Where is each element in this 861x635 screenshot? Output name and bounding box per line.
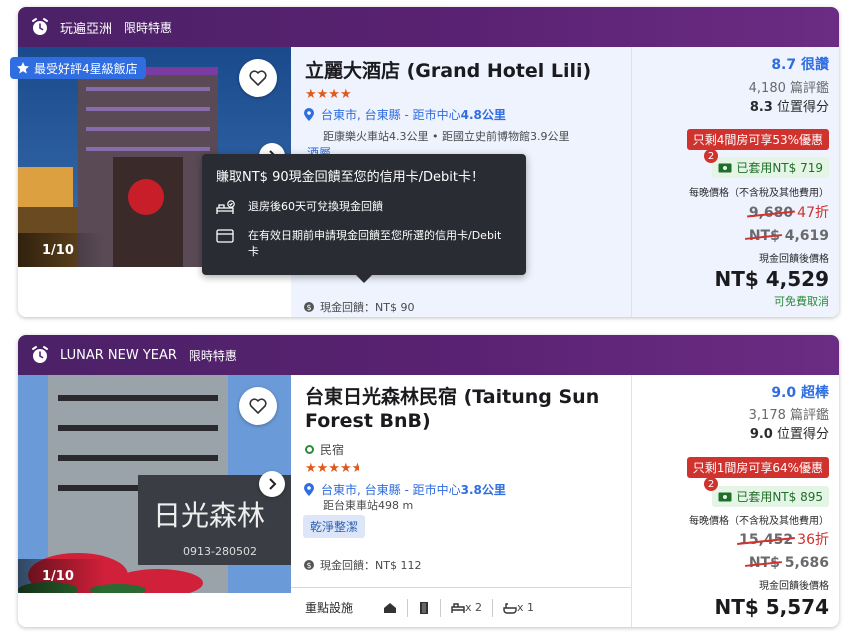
house-icon: [383, 602, 397, 614]
bed-icon: x 2: [451, 601, 482, 614]
original-price: 9,680 47折: [748, 205, 829, 221]
amenities-row: 重點設施 x 2 x 1: [291, 587, 631, 627]
original-price: 15,452 36折: [739, 532, 829, 548]
after-cashback-note: 現金回饋後價格: [759, 581, 829, 592]
location-city: 台東市, 台東縣: [321, 108, 401, 122]
tooltip-row-card: 在有效日期前申請現金回饋至您所選的信用卡/Debit卡: [216, 228, 512, 260]
location-row[interactable]: 台東市, 台東縣 - 距市中心 3.8公里: [303, 481, 506, 498]
urgency-badge: 只剩4間房可享53%優惠: [686, 129, 829, 150]
photo-counter: 1/10: [18, 233, 104, 267]
per-night-note: 每晚價格（不含稅及其他費用）: [689, 188, 829, 199]
urgency-badge: 只剩1間房可享64%優惠: [686, 457, 829, 478]
half-star: ★: [351, 461, 359, 476]
property-type-dot: [305, 445, 314, 454]
amenity-divider: [440, 598, 442, 617]
tooltip-arrow: [356, 275, 372, 283]
cashback-text: 現金回饋：NT$ 90: [320, 301, 415, 314]
price-before-cashback: NT$ 5,686: [748, 555, 829, 571]
coupon-badge: 已套用NT$ 895: [712, 486, 829, 507]
star-rating: ★★★★★: [305, 461, 359, 476]
top-rated-badge: 最受好評4星級飯店: [10, 57, 146, 79]
door-icon: [418, 601, 430, 615]
deal-banner: LUNAR NEW YEAR 限時特惠: [18, 335, 839, 375]
coupon-count: 2: [704, 149, 718, 163]
coupon-count: 2: [704, 477, 718, 491]
coupon-ticket-icon: [718, 163, 732, 172]
location-score: 9.0 位置得分: [749, 427, 829, 442]
location-distance: 3.8公里: [460, 483, 506, 497]
heart-icon: [249, 70, 267, 86]
nearby-landmarks: 距康樂火車站4.3公里 • 距國立史前博物館3.9公里: [323, 130, 570, 143]
hotel-name[interactable]: 立麗大酒店 (Grand Hotel Lili): [305, 59, 625, 83]
review-count: 4,180 篇評鑑: [748, 81, 829, 96]
favorite-button[interactable]: [239, 387, 277, 425]
credit-card-icon: [216, 229, 234, 243]
svg-text:0913-280502: 0913-280502: [183, 545, 257, 558]
review-count: 3,178 篇評鑑: [748, 408, 829, 423]
coin-icon: $: [304, 302, 314, 312]
next-photo-button[interactable]: [259, 471, 285, 497]
location-distance-prefix: 距市中心: [412, 483, 461, 497]
coupon-badge: 已套用NT$ 719: [712, 157, 829, 178]
svg-text:$: $: [306, 561, 311, 570]
alarm-clock-icon: [32, 346, 48, 363]
deal-name: LUNAR NEW YEAR: [60, 347, 177, 363]
photo-counter: 1/10: [18, 559, 104, 593]
coupon-ticket-icon: [718, 492, 732, 501]
favorite-button[interactable]: [239, 59, 277, 97]
map-pin-icon: [304, 107, 314, 121]
chevron-right-icon: [269, 478, 277, 490]
amenities-label: 重點設施: [305, 601, 354, 615]
amenity-divider: [492, 598, 494, 617]
review-score[interactable]: 9.0 超棒: [771, 382, 829, 402]
svg-text:日光森林: 日光森林: [153, 499, 265, 532]
price-column: 8.7 很讚 4,180 篇評鑑 8.3 位置得分 只剩4間房可享53%優惠 已…: [631, 47, 839, 317]
price-before-cashback: NT$ 4,619: [748, 228, 829, 244]
deal-tag: 限時特惠: [188, 348, 237, 363]
star-rating: ★★★★: [305, 87, 352, 102]
bed-check-icon: [216, 200, 235, 214]
nearby-landmarks: 距台東車站498 m: [323, 499, 414, 512]
coin-icon: $: [304, 560, 314, 570]
final-price[interactable]: NT$ 4,529: [714, 267, 829, 291]
location-score: 8.3 位置得分: [749, 100, 829, 115]
svg-text:$: $: [306, 303, 311, 312]
cashback-row[interactable]: $ 現金回饋：NT$ 90: [303, 299, 414, 315]
final-price[interactable]: NT$ 5,574: [714, 595, 829, 619]
discount-label: 47折: [797, 205, 829, 221]
deal-banner: 玩遍亞洲 限時特惠: [18, 7, 839, 47]
cashback-tooltip: 賺取NT$ 90現金回饋至您的信用卡/Debit卡！ 退房後60天可兌換現金回饋…: [202, 154, 526, 283]
hotel-name[interactable]: 台東日光森林民宿 (Taitung Sun Forest BnB): [305, 385, 615, 433]
review-score[interactable]: 8.7 很讚: [771, 54, 829, 74]
amenity-divider: [407, 598, 409, 617]
discount-label: 36折: [797, 532, 829, 548]
cashback-text: 現金回饋：NT$ 112: [320, 559, 422, 572]
hotel-card-2[interactable]: LUNAR NEW YEAR 限時特惠 日光森林 0913-280502 1/1…: [18, 335, 839, 627]
alarm-clock-icon: [32, 18, 48, 35]
bed-count: x 2: [465, 601, 483, 614]
location-distance-prefix: 距市中心: [412, 108, 461, 122]
map-pin-icon: [304, 482, 314, 496]
per-night-note: 每晚價格（不含稅及其他費用）: [689, 516, 829, 527]
heart-icon: [249, 398, 267, 414]
deal-tag: 限時特惠: [124, 20, 173, 35]
property-type: 民宿: [305, 441, 344, 458]
bathtub-icon: x 1: [503, 601, 534, 614]
hotel-photo[interactable]: 日光森林 0913-280502 1/10: [18, 375, 291, 593]
after-cashback-note: 現金回饋後價格: [759, 254, 829, 265]
location-distance: 4.8公里: [460, 108, 506, 122]
bath-count: x 1: [517, 601, 535, 614]
tooltip-title: 賺取NT$ 90現金回饋至您的信用卡/Debit卡！: [216, 170, 484, 185]
location-row[interactable]: 台東市, 台東縣 - 距市中心 4.8公里: [303, 106, 506, 123]
price-column: 9.0 超棒 3,178 篇評鑑 9.0 位置得分 只剩1間房可享64%優惠 已…: [631, 375, 839, 627]
deal-name: 玩遍亞洲: [60, 21, 113, 37]
cleanliness-chip: 乾淨整潔: [303, 515, 366, 538]
location-city: 台東市, 台東縣: [321, 483, 401, 497]
cashback-row[interactable]: $ 現金回饋：NT$ 112: [303, 557, 421, 573]
tooltip-row-checkout: 退房後60天可兌換現金回饋: [216, 199, 512, 216]
star-icon: [17, 62, 29, 74]
free-cancellation: 可免費取消: [774, 295, 829, 308]
